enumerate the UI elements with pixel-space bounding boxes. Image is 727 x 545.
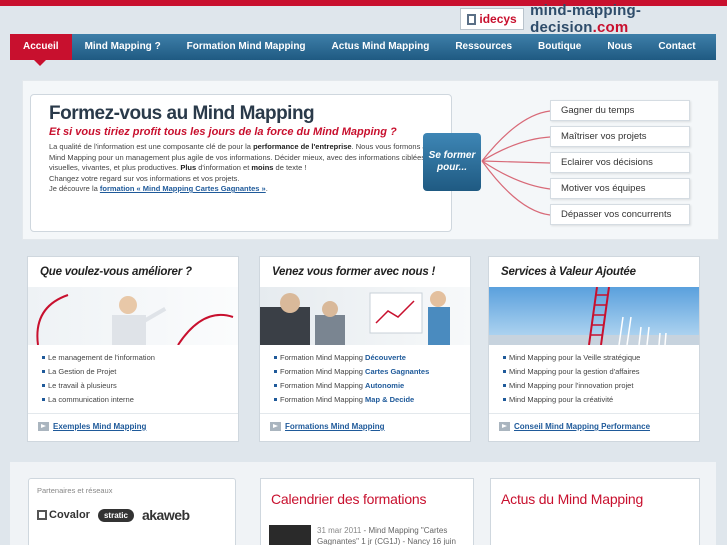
item-level: Map & Decide xyxy=(365,395,415,404)
hero-formation-link[interactable]: formation « Mind Mapping Cartes Gagnante… xyxy=(100,184,266,193)
list-item[interactable]: Formation Mind Mapping Découverte xyxy=(274,351,470,365)
nav-ressources[interactable]: Ressources xyxy=(442,34,525,60)
hero-text-bold: moins xyxy=(251,163,274,172)
hero-text-line: Changez votre regard sur vos information… xyxy=(49,173,240,183)
conseil-link[interactable]: Conseil Mind Mapping Performance xyxy=(489,413,699,441)
item-prefix: Formation Mind Mapping xyxy=(280,353,366,362)
benefit-motiver-equipes: Motiver vos équipes xyxy=(550,178,690,199)
idecys-logo-text: idecys xyxy=(479,12,517,26)
se-former-button[interactable]: Se former pour... xyxy=(423,133,481,191)
partners-title: Partenaires et réseaux xyxy=(37,486,113,495)
partner-logos: Covalor stratic akaweb xyxy=(37,507,227,523)
covalor-text: Covalor xyxy=(49,509,90,521)
hero-text-bold: Plus xyxy=(180,163,197,172)
list-item[interactable]: La communication interne xyxy=(42,393,238,407)
hero-title: Formez-vous au Mind Mapping xyxy=(49,103,315,124)
calendar-event[interactable]: 31 mar 2011 - Mind Mapping "Cartes Gagna… xyxy=(269,525,457,545)
idecys-logo[interactable]: idecys xyxy=(460,8,525,30)
site-header: idecys mind-mapping-decision.com xyxy=(460,2,727,36)
list-item[interactable]: Formation Mind Mapping Autonomie xyxy=(274,379,470,393)
idecys-mark-icon xyxy=(467,13,477,25)
card-list: Mind Mapping pour la Veille stratégique … xyxy=(489,345,699,407)
cta-label: Se former pour... xyxy=(428,150,476,173)
hero-text-box: Formez-vous au Mind Mapping Et si vous t… xyxy=(30,94,452,232)
hero-paragraph: La qualité de l'information est une comp… xyxy=(49,142,441,195)
card-list: Formation Mind Mapping Découverte Format… xyxy=(260,345,470,407)
benefit-gagner-du-temps: Gagner du temps xyxy=(550,100,690,121)
list-item[interactable]: Mind Mapping pour l'innovation projet xyxy=(503,379,699,393)
nav-boutique[interactable]: Boutique xyxy=(525,34,594,60)
partners-box: Partenaires et réseaux Covalor stratic a… xyxy=(28,478,236,545)
item-prefix: Formation Mind Mapping xyxy=(280,381,366,390)
hero-text-part: Je découvre la xyxy=(49,184,100,193)
list-item[interactable]: Mind Mapping pour la Veille stratégique xyxy=(503,351,699,365)
item-level: Autonomie xyxy=(365,381,405,390)
link-label: Exemples Mind Mapping xyxy=(53,422,147,431)
card-image-presenter xyxy=(28,287,238,345)
calendar-title: Calendrier des formations xyxy=(271,491,427,507)
covalor-logo[interactable]: Covalor xyxy=(37,509,90,521)
list-item[interactable]: La Gestion de Projet xyxy=(42,365,238,379)
hero-text-part: La qualité de l'information est une comp… xyxy=(49,142,254,151)
hero-text-part: . xyxy=(265,184,268,193)
card-formation: Venez vous former avec nous ! Formation … xyxy=(259,256,471,442)
link-label: Formations Mind Mapping xyxy=(285,422,385,431)
list-item[interactable]: Le management de l'information xyxy=(42,351,238,365)
list-item[interactable]: Formation Mind Mapping Map & Decide xyxy=(274,393,470,407)
ladder-illustration xyxy=(489,287,699,345)
connector-arc xyxy=(481,160,551,216)
benefit-connector-arcs xyxy=(481,110,551,216)
nav-contact[interactable]: Contact xyxy=(645,34,708,60)
card-title: Que voulez-vous améliorer ? xyxy=(40,266,192,278)
nav-actus[interactable]: Actus Mind Mapping xyxy=(319,34,443,60)
event-thumbnail xyxy=(269,525,311,545)
item-prefix: Formation Mind Mapping xyxy=(280,367,366,376)
arrow-right-icon xyxy=(270,422,281,432)
nav-accueil[interactable]: Accueil xyxy=(10,34,72,66)
item-level: Cartes Gagnantes xyxy=(365,367,430,376)
card-title: Venez vous former avec nous ! xyxy=(272,266,436,278)
calendar-panel: Calendrier des formations 31 mar 2011 - … xyxy=(260,478,474,545)
news-title: Actus du Mind Mapping xyxy=(501,491,644,507)
list-item[interactable]: Mind Mapping pour la gestion d'affaires xyxy=(503,365,699,379)
hero-subtitle: Et si vous tiriez profit tous les jours … xyxy=(49,126,397,138)
hero-text-part: de texte ! xyxy=(273,163,307,172)
benefit-eclairer-decisions: Eclairer vos décisions xyxy=(550,152,690,173)
exemples-link[interactable]: Exemples Mind Mapping xyxy=(28,413,238,441)
arrow-right-icon xyxy=(38,422,49,432)
benefit-maitriser-projets: Maîtriser vos projets xyxy=(550,126,690,147)
benefit-depasser-concurrents: Dépasser vos concurrents xyxy=(550,204,690,225)
card-ameliorer: Que voulez-vous améliorer ? Le managemen… xyxy=(27,256,239,442)
event-date: 31 mar 2011 xyxy=(317,526,362,535)
presenter-illustration xyxy=(36,294,234,345)
hero-text-part: d'information et xyxy=(196,163,252,172)
arrow-right-icon xyxy=(499,422,510,432)
list-item[interactable]: Formation Mind Mapping Cartes Gagnantes xyxy=(274,365,470,379)
card-title: Services à Valeur Ajoutée xyxy=(501,266,636,278)
connector-arc xyxy=(481,110,551,162)
news-panel: Actus du Mind Mapping xyxy=(490,478,700,545)
training-illustration xyxy=(260,291,450,345)
list-item[interactable]: Mind Mapping pour la créativité xyxy=(503,393,699,407)
stratic-logo[interactable]: stratic xyxy=(97,508,134,522)
link-label: Conseil Mind Mapping Performance xyxy=(514,422,651,431)
akaweb-logo[interactable]: akaweb xyxy=(142,507,190,523)
main-nav: Accueil Mind Mapping ? Formation Mind Ma… xyxy=(10,34,716,66)
card-image-ladder xyxy=(489,287,699,345)
site-name[interactable]: mind-mapping-decision.com xyxy=(530,2,727,36)
nav-nous[interactable]: Nous xyxy=(594,34,645,60)
hero-text-bold: performance de l'entreprise xyxy=(253,142,352,151)
item-level: Découverte xyxy=(365,353,406,362)
formations-link[interactable]: Formations Mind Mapping xyxy=(260,413,470,441)
card-image-training xyxy=(260,287,470,345)
covalor-mark-icon xyxy=(37,510,47,520)
connector-arc xyxy=(481,160,551,164)
card-services: Services à Valeur Ajoutée Mind Mapping p… xyxy=(488,256,700,442)
item-prefix: Formation Mind Mapping xyxy=(280,395,366,404)
list-item[interactable]: Le travail à plusieurs xyxy=(42,379,238,393)
card-list: Le management de l'information La Gestio… xyxy=(28,345,238,407)
event-text: 31 mar 2011 - Mind Mapping "Cartes Gagna… xyxy=(317,525,457,545)
nav-mind-mapping[interactable]: Mind Mapping ? xyxy=(72,34,174,60)
nav-formation[interactable]: Formation Mind Mapping xyxy=(174,34,319,60)
